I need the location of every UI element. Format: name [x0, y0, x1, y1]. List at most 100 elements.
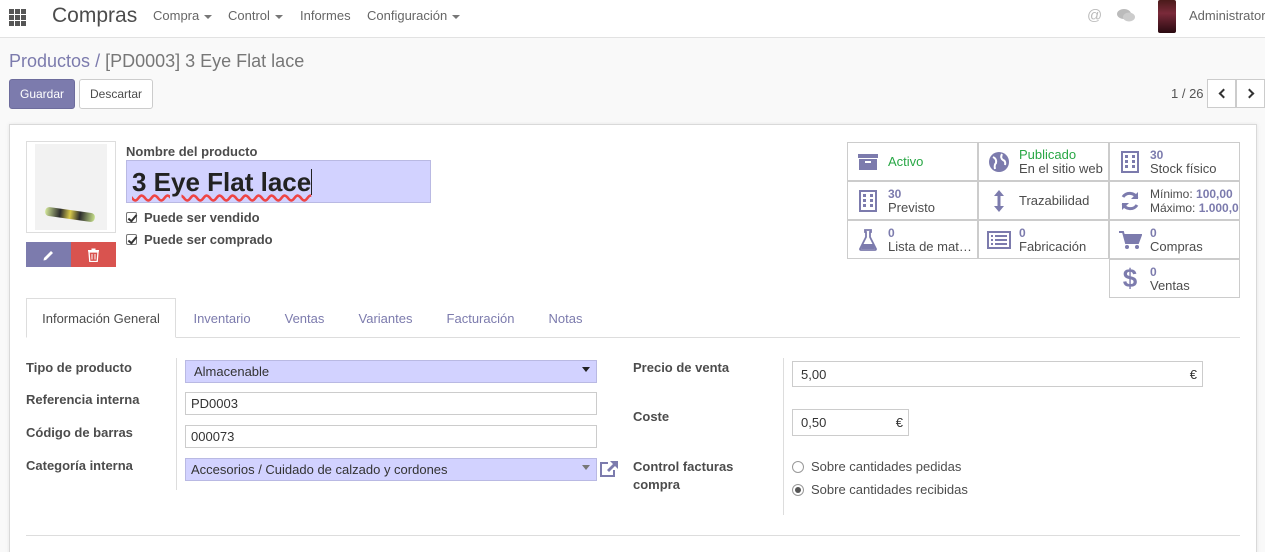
can-be-purchased-label: Puede ser comprado	[144, 232, 273, 247]
invoice-control-label-line1: Control facturas	[633, 459, 734, 474]
sale-price-input[interactable]: 5,00 €	[792, 361, 1203, 387]
sales-number: 0	[1150, 264, 1157, 279]
section-divider	[26, 535, 1240, 536]
caret-down-icon	[582, 465, 590, 470]
invoice-ordered-option[interactable]: Sobre cantidades pedidas	[792, 459, 961, 474]
purchases-smart-button[interactable]: 0 Compras	[1109, 220, 1240, 259]
cost-value: 0,50	[801, 415, 827, 430]
stock-number: 30	[1150, 147, 1164, 162]
menu-informes[interactable]: Informes	[300, 8, 351, 23]
bom-number: 0	[888, 225, 895, 240]
currency-symbol: €	[895, 415, 903, 430]
radio-received[interactable]	[792, 483, 804, 496]
arrows-vertical-icon	[979, 189, 1019, 213]
product-name-value: 3 Eye Flat lace	[132, 167, 312, 197]
cost-input[interactable]: 0,50 €	[792, 409, 909, 436]
forecast-label: Previsto	[888, 199, 935, 215]
edit-image-button[interactable]	[26, 242, 71, 267]
archive-icon	[848, 153, 888, 171]
tab-notes[interactable]: Notas	[537, 298, 594, 338]
menu-control[interactable]: Control	[228, 8, 283, 23]
barcode-label: Código de barras	[26, 425, 133, 440]
breadcrumb: Productos / [PD0003] 3 Eye Flat lace	[9, 51, 304, 72]
max-label: Máximo:	[1150, 200, 1196, 215]
traceability-label: Trazabilidad	[1019, 193, 1090, 208]
shopping-cart-icon	[1110, 230, 1150, 250]
bom-label: Lista de mat…	[888, 238, 972, 254]
save-button[interactable]: Guardar	[9, 79, 75, 109]
bom-smart-button[interactable]: 0 Lista de mat…	[847, 220, 978, 259]
discard-button[interactable]: Descartar	[79, 79, 153, 109]
sale-price-label: Precio de venta	[633, 360, 730, 375]
active-smart-button[interactable]: Activo	[847, 142, 978, 181]
can-be-purchased-checkbox-row[interactable]: Puede ser comprado	[126, 232, 273, 247]
category-label: Categoría interna	[26, 458, 133, 473]
sales-label: Ventas	[1150, 277, 1190, 293]
breadcrumb-separator: /	[95, 51, 101, 71]
can-be-purchased-checkbox[interactable]	[126, 234, 137, 245]
internal-reference-label: Referencia interna	[26, 392, 140, 407]
product-type-select[interactable]: Almacenable	[185, 360, 597, 383]
stock-smart-button[interactable]: 30 Stock físico	[1109, 142, 1240, 181]
product-type-label: Tipo de producto	[26, 360, 132, 375]
tab-variants[interactable]: Variantes	[347, 298, 424, 338]
app-title: Compras	[52, 4, 138, 27]
apps-grid-icon[interactable]	[9, 9, 26, 26]
avatar[interactable]	[1158, 0, 1176, 33]
external-link-icon[interactable]	[599, 460, 619, 481]
dollar-icon: $	[1122, 263, 1138, 293]
pager-value[interactable]: 1 / 26	[1171, 86, 1204, 101]
category-select[interactable]: Accesorios / Cuidado de calzado y cordon…	[185, 458, 597, 481]
internal-reference-input[interactable]: PD0003	[185, 392, 597, 415]
menu-compra[interactable]: Compra	[153, 8, 212, 23]
menu-configuracion[interactable]: Configuración	[367, 8, 460, 23]
chat-icon[interactable]	[1117, 8, 1135, 27]
purchases-number: 0	[1150, 225, 1157, 240]
sale-price-value: 5,00	[801, 366, 827, 382]
purchases-label: Compras	[1150, 238, 1203, 254]
published-smart-button[interactable]: Publicado En el sitio web	[978, 142, 1109, 181]
min-label: Mínimo:	[1150, 186, 1193, 201]
right-group-separator	[783, 358, 784, 515]
invoice-received-label: Sobre cantidades recibidas	[811, 482, 968, 497]
delete-image-button[interactable]	[71, 242, 116, 267]
can-be-sold-checkbox[interactable]	[126, 212, 137, 223]
invoice-received-option[interactable]: Sobre cantidades recibidas	[792, 482, 968, 497]
tab-general-information[interactable]: Información General	[26, 298, 176, 338]
pager-next-button[interactable]	[1236, 79, 1265, 108]
building-icon	[848, 189, 888, 212]
pager-previous-button[interactable]	[1207, 79, 1236, 108]
product-name-input[interactable]: 3 Eye Flat lace	[126, 160, 431, 203]
breadcrumb-products-link[interactable]: Productos	[9, 51, 90, 71]
tab-invoicing[interactable]: Facturación	[434, 298, 527, 338]
product-image	[26, 141, 116, 233]
website-label: En el sitio web	[1019, 160, 1103, 176]
manufacturing-label: Fabricación	[1019, 238, 1087, 254]
flask-icon	[848, 228, 888, 251]
tab-sales[interactable]: Ventas	[272, 298, 337, 338]
traceability-smart-button[interactable]: Trazabilidad	[978, 181, 1109, 220]
list-alt-icon	[979, 230, 1019, 249]
forecast-number: 30	[888, 186, 902, 201]
at-icon[interactable]: @	[1087, 7, 1102, 24]
active-label: Activo	[888, 154, 924, 169]
breadcrumb-current: [PD0003] 3 Eye Flat lace	[105, 51, 305, 71]
user-menu[interactable]: Administrator	[1189, 8, 1265, 23]
can-be-sold-checkbox-row[interactable]: Puede ser vendido	[126, 210, 260, 225]
reordering-smart-button[interactable]: Mínimo: 100,00 Máximo: 1.000,00	[1109, 181, 1240, 220]
published-label: Publicado	[1019, 147, 1077, 162]
pencil-icon	[43, 250, 53, 260]
min-value: 100,00	[1196, 186, 1233, 201]
left-group-separator	[176, 358, 177, 490]
refresh-icon	[1110, 190, 1150, 212]
radio-ordered[interactable]	[792, 460, 804, 473]
manufacturing-smart-button[interactable]: 0 Fabricación	[978, 220, 1109, 259]
forecast-smart-button[interactable]: 30 Previsto	[847, 181, 978, 220]
barcode-input[interactable]: 000073	[185, 425, 597, 448]
sales-smart-button[interactable]: $ 0 Ventas	[1109, 259, 1240, 298]
tab-inventory[interactable]: Inventario	[182, 298, 262, 338]
manufacturing-number: 0	[1019, 225, 1026, 240]
invoice-control-label: Control facturas compra	[633, 458, 733, 494]
trash-icon	[88, 248, 99, 262]
cost-label: Coste	[633, 409, 670, 424]
